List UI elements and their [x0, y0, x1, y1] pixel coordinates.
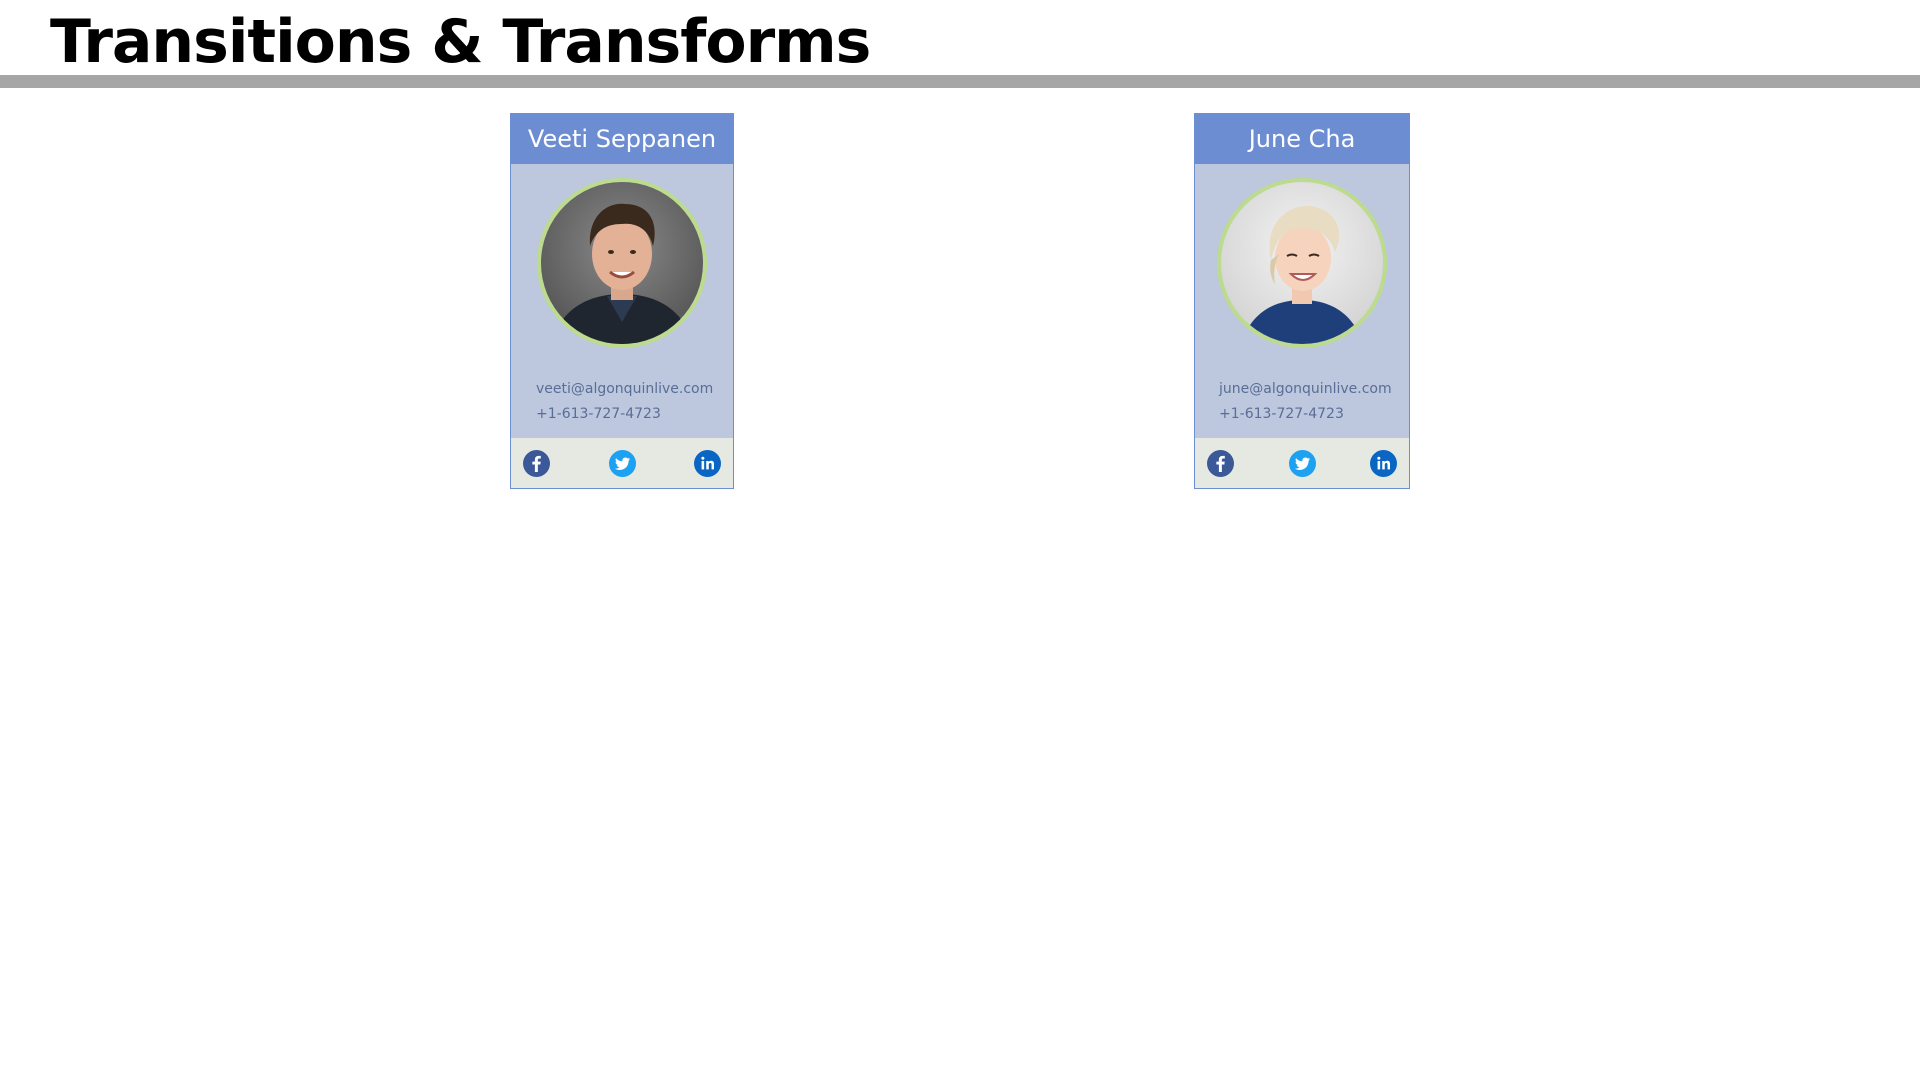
linkedin-icon[interactable]	[1370, 449, 1397, 477]
contact-info: veeti@algonquinlive.com +1-613-727-4723	[536, 377, 713, 427]
avatar	[537, 178, 707, 348]
twitter-icon[interactable]	[608, 449, 636, 477]
email-text[interactable]: veeti@algonquinlive.com	[536, 377, 713, 402]
facebook-icon[interactable]	[1207, 449, 1234, 477]
social-bar	[511, 438, 733, 488]
page-header: Transitions & Transforms	[0, 0, 1920, 88]
linkedin-icon[interactable]	[694, 449, 721, 477]
avatar-photo	[1221, 182, 1383, 344]
card-name: Veeti Seppanen	[511, 114, 733, 164]
contact-info: june@algonquinlive.com +1-613-727-4723	[1219, 377, 1392, 427]
social-bar	[1195, 438, 1409, 488]
card-name: June Cha	[1195, 114, 1409, 164]
avatar	[1217, 178, 1387, 348]
page-title: Transitions & Transforms	[50, 7, 871, 77]
profile-card-veeti[interactable]: Veeti Seppanen veeti@algonquinlive.com +…	[510, 113, 734, 489]
header-divider	[0, 75, 1920, 88]
twitter-icon[interactable]	[1288, 449, 1316, 477]
phone-text[interactable]: +1-613-727-4723	[1219, 402, 1392, 427]
profile-card-june[interactable]: June Cha june@algonquinlive.com +1-613-7…	[1194, 113, 1410, 489]
facebook-icon[interactable]	[523, 449, 550, 477]
phone-text[interactable]: +1-613-727-4723	[536, 402, 713, 427]
avatar-photo	[541, 182, 703, 344]
email-text[interactable]: june@algonquinlive.com	[1219, 377, 1392, 402]
